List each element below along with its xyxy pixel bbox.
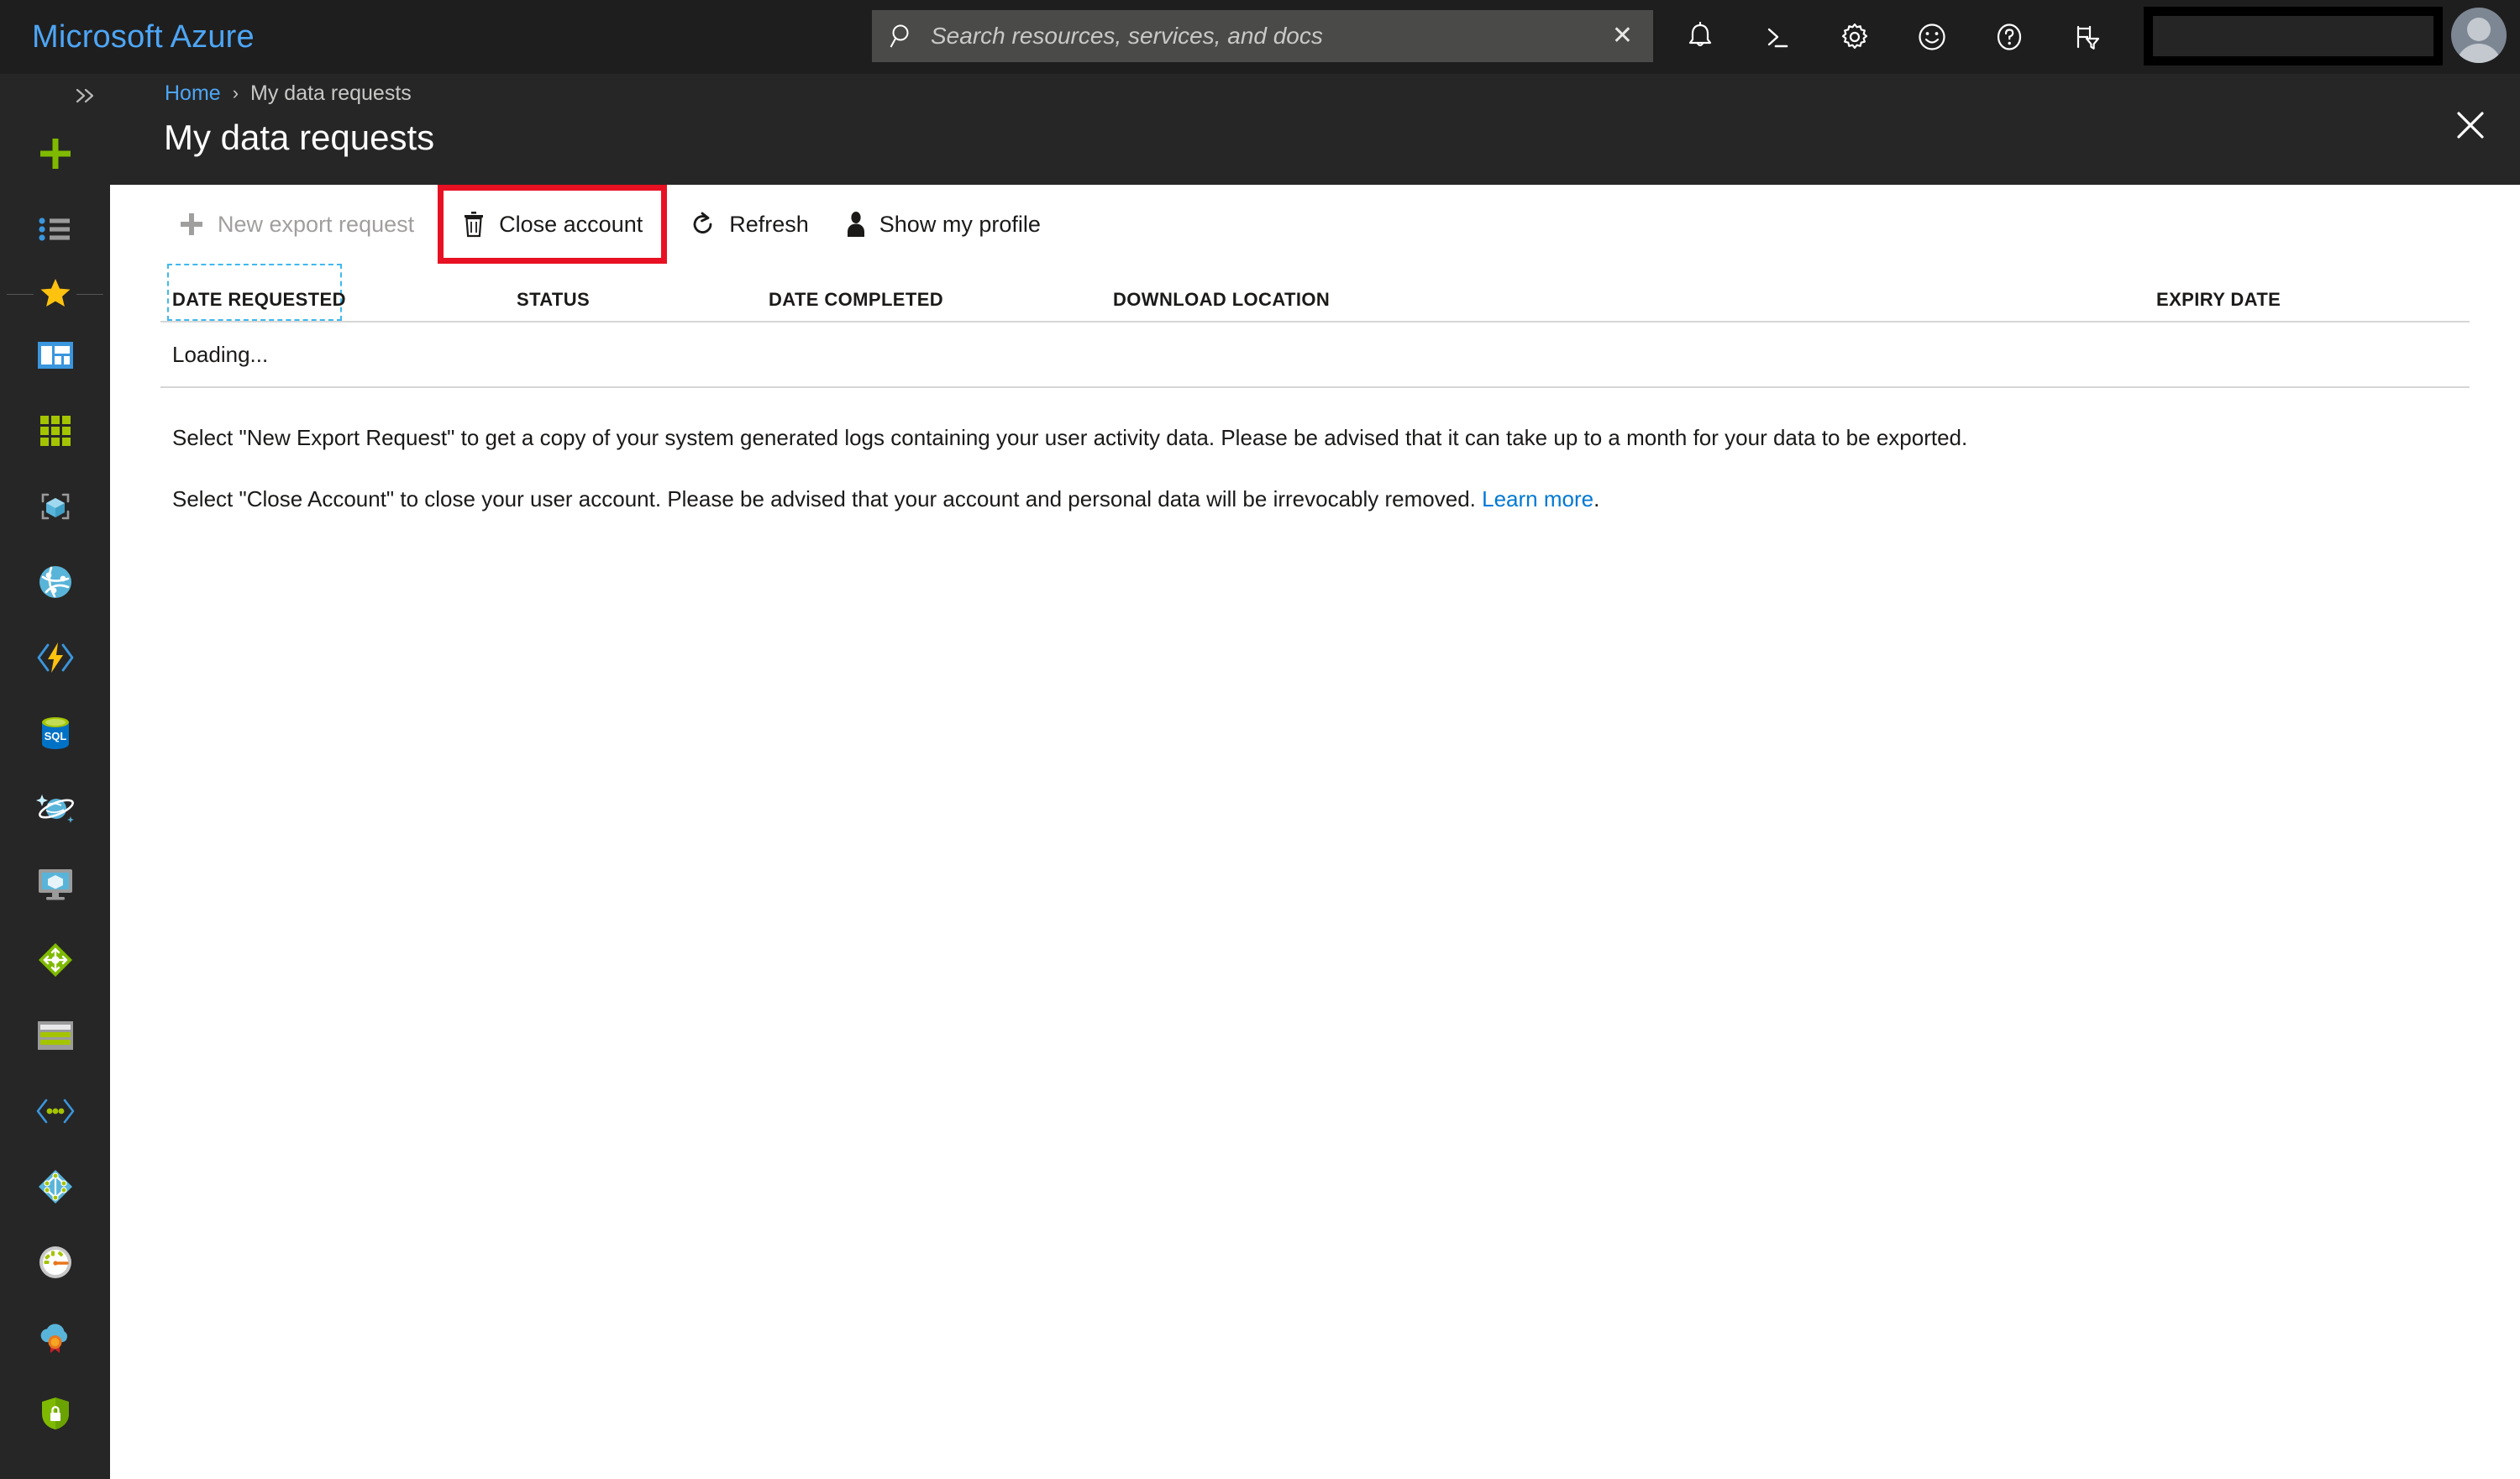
user-avatar[interactable] — [2451, 8, 2507, 63]
page-title: My data requests — [164, 118, 435, 157]
virtual-network-icon — [35, 1098, 76, 1129]
sidebar-item-virtual-networks[interactable] — [0, 1075, 110, 1151]
sidebar-item-azure-cosmos-db[interactable] — [0, 773, 110, 848]
global-search-box[interactable]: ✕ — [872, 10, 1653, 62]
azure-brand-logo[interactable]: Microsoft Azure — [32, 19, 255, 55]
settings-gear-icon[interactable] — [1816, 0, 1893, 74]
search-input[interactable] — [917, 23, 1604, 50]
sidebar-item-load-balancers[interactable] — [0, 924, 110, 999]
column-header-download-location[interactable]: DOWNLOAD LOCATION — [1113, 289, 1330, 311]
breadcrumb: Home › My data requests — [165, 74, 412, 113]
cosmos-planet-icon — [35, 791, 75, 831]
search-icon — [889, 22, 917, 50]
new-export-request-label: New export request — [218, 211, 415, 237]
advisor-cloud-badge-icon — [37, 1321, 74, 1359]
loading-text: Loading... — [172, 341, 269, 367]
sidebar-favorites-divider — [0, 269, 110, 319]
trash-icon — [462, 211, 486, 238]
plus-icon — [179, 212, 204, 237]
show-my-profile-label: Show my profile — [879, 211, 1041, 237]
refresh-icon — [690, 212, 716, 237]
description-export: Select "New Export Request" to get a cop… — [172, 425, 1968, 450]
show-my-profile-button[interactable]: Show my profile — [827, 185, 1059, 264]
sidebar-item-storage-accounts[interactable] — [0, 999, 110, 1075]
breadcrumb-home[interactable]: Home — [165, 81, 221, 106]
sidebar-item-all-resources[interactable] — [0, 395, 110, 470]
feedback-smiley-icon[interactable] — [1893, 0, 1971, 74]
plus-icon — [37, 135, 74, 176]
learn-more-link[interactable]: Learn more — [1482, 486, 1593, 511]
sidebar-item-advisor[interactable] — [0, 1302, 110, 1377]
sidebar-item-resource-groups[interactable] — [0, 470, 110, 546]
description-close-account-period: . — [1593, 486, 1600, 512]
sidebar-item-dashboard[interactable] — [0, 319, 110, 395]
table-loading-row: Loading... — [160, 323, 2470, 388]
column-header-date-completed[interactable]: DATE COMPLETED — [769, 289, 943, 311]
monitor-vm-icon — [37, 868, 74, 905]
help-question-icon[interactable] — [1971, 0, 2048, 74]
blade-header: Home › My data requests My data requests — [110, 74, 2520, 185]
column-header-status[interactable]: STATUS — [517, 289, 590, 311]
list-icon — [38, 216, 73, 247]
header-icon-group — [1662, 0, 2125, 74]
globe-network-icon — [38, 564, 73, 604]
sidebar-item-monitor[interactable] — [0, 1226, 110, 1302]
data-requests-table: DATE REQUESTED STATUS DATE COMPLETED DOW… — [110, 264, 2520, 514]
blade-my-data-requests: Home › My data requests My data requests… — [110, 74, 2520, 1479]
sidebar-item-create-a-resource[interactable] — [0, 118, 110, 193]
sidebar-item-virtual-machines[interactable] — [0, 848, 110, 924]
account-name-redacted — [2144, 7, 2443, 66]
storage-icon — [37, 1020, 73, 1054]
column-header-expiry-date[interactable]: EXPIRY DATE — [2156, 289, 2281, 311]
refresh-button[interactable]: Refresh — [672, 185, 827, 264]
command-toolbar: New export request Close account Refresh… — [110, 185, 2520, 264]
notifications-icon[interactable] — [1662, 0, 1739, 74]
table-header-row: DATE REQUESTED STATUS DATE COMPLETED DOW… — [160, 264, 2470, 323]
person-icon — [846, 211, 866, 238]
sidebar-item-security-center[interactable] — [0, 1377, 110, 1453]
description-close-account-text: Select "Close Account" to close your use… — [172, 486, 1483, 512]
column-header-date-requested[interactable]: DATE REQUESTED — [172, 289, 346, 311]
avatar-head — [2467, 18, 2491, 41]
description-close-account: Select "Close Account" to close your use… — [160, 485, 2470, 514]
blade-close-button[interactable] — [2444, 99, 2496, 151]
grid-icon — [39, 415, 71, 450]
sidebar-item-sql-databases[interactable]: SQL — [0, 697, 110, 773]
shield-lock-icon — [39, 1396, 71, 1435]
star-icon — [39, 277, 71, 312]
dashboard-icon — [37, 341, 73, 373]
sidebar-item-azure-active-directory[interactable] — [0, 1151, 110, 1226]
cloud-shell-icon[interactable] — [1739, 0, 1816, 74]
sidebar-item-app-services[interactable] — [0, 546, 110, 621]
aad-diamond-icon — [37, 1168, 74, 1209]
directory-filter-icon[interactable] — [2048, 0, 2125, 74]
left-sidebar: SQL — [0, 74, 110, 1479]
sql-database-icon: SQL — [39, 716, 71, 755]
gauge-icon — [38, 1245, 73, 1284]
breadcrumb-current: My data requests — [250, 81, 412, 105]
refresh-label: Refresh — [729, 211, 809, 237]
new-export-request-button[interactable]: New export request — [160, 185, 433, 264]
sidebar-collapse-toggle[interactable] — [0, 74, 110, 118]
sidebar-item-all-services[interactable] — [0, 193, 110, 269]
function-bolt-icon — [36, 641, 75, 679]
sidebar-item-function-apps[interactable] — [0, 621, 110, 697]
search-clear-icon[interactable]: ✕ — [1604, 24, 1641, 49]
breadcrumb-separator-icon: › — [232, 82, 239, 103]
close-account-button[interactable]: Close account — [438, 185, 668, 264]
svg-text:SQL: SQL — [44, 730, 66, 742]
cube-icon — [38, 490, 73, 527]
close-account-label: Close account — [499, 211, 643, 237]
avatar-body — [2456, 44, 2502, 63]
load-balancer-icon — [37, 941, 74, 983]
